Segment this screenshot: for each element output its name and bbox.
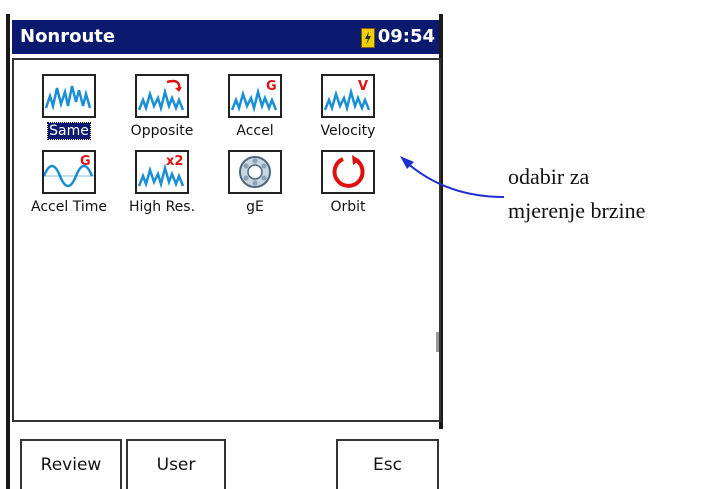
waveform-highres-icon: x2 xyxy=(135,150,189,194)
option-label: Accel xyxy=(236,123,274,139)
option-label: gE xyxy=(246,199,264,215)
option-high-res[interactable]: x2 High Res. xyxy=(117,150,207,216)
option-ge[interactable]: gE xyxy=(210,150,300,216)
option-orbit[interactable]: Orbit xyxy=(303,150,393,216)
option-label: High Res. xyxy=(128,199,196,215)
sine-accel-icon: G xyxy=(42,150,96,194)
annotation-line-1: odabir za xyxy=(508,164,590,189)
user-button[interactable]: User xyxy=(126,439,226,489)
waveform-velocity-icon: V xyxy=(321,74,375,118)
scrollbar[interactable] xyxy=(436,332,439,352)
orbit-icon xyxy=(321,150,375,194)
svg-text:G: G xyxy=(266,79,277,94)
title-bar: Nonroute 09:54 xyxy=(12,20,439,54)
review-button[interactable]: Review xyxy=(20,439,122,489)
option-same[interactable]: Same xyxy=(24,74,114,140)
svg-text:x2: x2 xyxy=(166,154,183,169)
option-opposite[interactable]: Opposite xyxy=(117,74,207,140)
option-label: Same xyxy=(47,122,91,140)
option-label: Orbit xyxy=(330,199,366,215)
svg-text:G: G xyxy=(80,154,91,169)
battery-icon xyxy=(361,28,375,48)
annotation-line-2: mjerenje brzine xyxy=(508,198,646,223)
option-accel[interactable]: G Accel xyxy=(210,74,300,140)
option-label: Opposite xyxy=(130,123,194,139)
svg-text:V: V xyxy=(358,79,368,94)
bearing-icon xyxy=(228,150,282,194)
clock: 09:54 xyxy=(377,26,435,47)
option-velocity[interactable]: V Velocity xyxy=(303,74,393,140)
waveform-accel-icon: G xyxy=(228,74,282,118)
esc-button[interactable]: Esc xyxy=(336,439,439,489)
annotation-arrow-icon xyxy=(400,156,505,198)
option-accel-time[interactable]: G Accel Time xyxy=(24,150,114,216)
option-label: Accel Time xyxy=(31,199,107,215)
window-title: Nonroute xyxy=(20,26,116,47)
waveform-icon xyxy=(42,74,96,118)
device-bezel-left xyxy=(6,14,10,489)
annotation-text: odabir za mjerenje brzine xyxy=(508,160,645,228)
waveform-flip-icon xyxy=(135,74,189,118)
option-label: Velocity xyxy=(320,123,376,139)
